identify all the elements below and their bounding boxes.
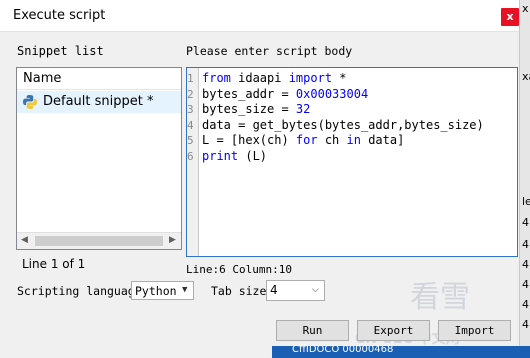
line-number: 2 <box>187 87 194 101</box>
code-token: idaapi <box>230 71 289 85</box>
code-token: data] <box>360 133 405 147</box>
edge-label: 4 <box>522 258 529 271</box>
snippet-item-label: Default snippet * <box>43 94 154 109</box>
chevron-down-icon: ⌵ <box>312 285 319 295</box>
background-strip: CffIDOCO 00000468 <box>272 344 530 358</box>
code-line: bytes_size = 32 <box>202 102 484 118</box>
strip-text: CffIDOCO 00000468 <box>292 344 394 355</box>
edge-label: 4 <box>522 298 529 311</box>
code-token: (L) <box>238 148 268 163</box>
code-token: * <box>332 71 347 85</box>
code-token: data = get_bytes(bytes_addr,bytes_size) <box>202 117 484 132</box>
line-number: 1 <box>187 72 194 85</box>
code-token: in <box>346 133 361 147</box>
code-token: print <box>202 148 239 163</box>
edge-label: xa <box>522 70 530 83</box>
snippet-list[interactable]: Name Default snippet * ◀ ▶ <box>16 67 182 250</box>
code-line: from idaapi import * <box>202 71 484 87</box>
tab-size-select[interactable]: 4 ⌵ <box>266 280 325 301</box>
code-area[interactable]: from idaapi import * bytes_addr = 0x00033… <box>202 71 484 164</box>
watermark-chars: 看雪 <box>410 280 470 315</box>
scripting-language-label: Scripting language <box>17 284 142 298</box>
background-window-edge: x xa le 4 4 4 4 4 4 <box>519 0 530 358</box>
line-number: 4 <box>187 118 194 132</box>
code-token: from <box>202 71 231 85</box>
code-token: bytes_addr = <box>202 86 296 101</box>
close-button[interactable]: x <box>501 8 519 26</box>
code-token: for <box>295 133 318 147</box>
column-header-name: Name <box>23 71 62 86</box>
snippet-column-header[interactable]: Name <box>17 68 181 90</box>
code-line: data = get_bytes(bytes_addr,bytes_size) <box>202 118 484 134</box>
line-number: 6 <box>187 149 194 163</box>
edge-label: le <box>522 195 530 208</box>
scroll-right-icon[interactable]: ▶ <box>169 235 176 245</box>
script-editor[interactable]: 123456 from idaapi import * bytes_addr = … <box>186 67 518 257</box>
edge-label: 4 <box>522 238 529 251</box>
line-number: 5 <box>187 134 194 147</box>
export-button[interactable]: Export <box>357 320 430 341</box>
tab-size-value: 4 <box>270 283 278 297</box>
chevron-down-icon: ▼ <box>182 285 188 295</box>
title-bar: Execute script x <box>0 0 530 32</box>
snippet-item-default[interactable]: Default snippet * <box>17 91 181 113</box>
code-token: 0x00033004 <box>295 86 369 101</box>
edge-label: x <box>522 2 529 15</box>
run-button[interactable]: Run <box>276 320 349 341</box>
scrollbar-thumb[interactable] <box>35 236 163 246</box>
snippet-list-label: Snippet list <box>17 44 104 58</box>
code-line: bytes_addr = 0x00033004 <box>202 87 484 103</box>
script-body-label: Please enter script body <box>186 44 353 58</box>
code-line: L = [hex(ch) for ch in data] <box>202 133 484 149</box>
line-number-gutter: 1 2 3 4 5 6 <box>187 68 199 256</box>
code-token: ch <box>317 133 347 147</box>
language-select[interactable]: Python ▼ <box>131 281 194 300</box>
code-token: L = [hex(ch) <box>202 133 296 147</box>
cursor-status: Line:6 Column:10 <box>186 263 292 276</box>
edge-label: 4 <box>522 318 529 331</box>
python-icon <box>23 95 37 109</box>
code-token: bytes_size = <box>202 102 296 116</box>
horizontal-scrollbar[interactable]: ◀ ▶ <box>17 232 181 249</box>
code-token: import <box>288 71 333 85</box>
window-title: Execute script <box>13 8 106 23</box>
scroll-left-icon[interactable]: ◀ <box>21 235 28 245</box>
import-button[interactable]: Import <box>438 320 511 341</box>
tab-size-label: Tab size <box>211 284 267 298</box>
language-value: Python <box>135 284 177 298</box>
snippet-status: Line 1 of 1 <box>22 257 86 271</box>
edge-label: 4 <box>522 278 529 291</box>
edge-label: 4 <box>522 216 529 229</box>
code-token: 32 <box>295 102 311 116</box>
line-number: 3 <box>187 103 194 116</box>
code-line: print (L) <box>202 149 484 165</box>
